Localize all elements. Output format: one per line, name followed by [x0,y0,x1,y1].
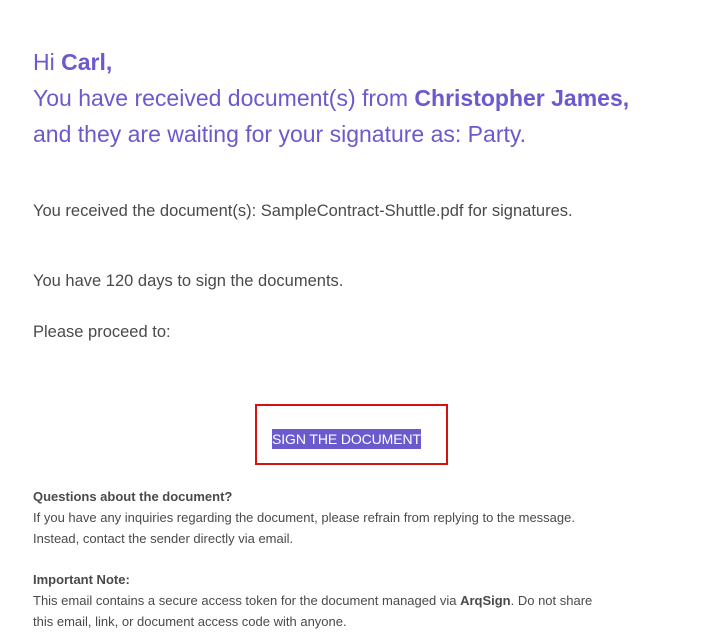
greeting-heading: Hi Carl, You have received document(s) f… [33,44,693,152]
greeting-line-1: Hi Carl, [33,44,693,80]
greeting-line-2: You have received document(s) from Chris… [33,80,693,116]
received-documents-text: You received the document(s): SampleCont… [33,202,573,220]
greeting-line-3: and they are waiting for your signature … [33,121,527,147]
important-note-section: Important Note: This email contains a se… [33,569,673,632]
greeting-hi: Hi [33,49,62,75]
recipient-name: Carl, [61,49,113,75]
important-note-text-after: . Do not share [510,593,593,608]
questions-line-2: Instead, contact the sender directly via… [33,531,294,546]
sender-name: Christopher James, [414,85,630,111]
questions-line-1: If you have any inquiries regarding the … [33,510,575,525]
arqsign-brand-name: ArqSign [460,593,511,608]
important-note-text-before: This email contains a secure access toke… [33,593,461,608]
greeting-line-2-prefix: You have received document(s) from [33,85,415,111]
days-to-sign-text: You have 120 days to sign the documents. [33,272,344,290]
important-note-line-2: this email, link, or document access cod… [33,614,347,629]
important-note-line-1: This email contains a secure access toke… [33,590,673,611]
important-note-heading: Important Note: [33,572,130,587]
questions-heading: Questions about the document? [33,489,233,504]
sign-document-button[interactable]: SIGN THE DOCUMENT [272,429,421,449]
questions-section: Questions about the document? If you hav… [33,486,673,549]
proceed-text: Please proceed to: [33,323,171,341]
